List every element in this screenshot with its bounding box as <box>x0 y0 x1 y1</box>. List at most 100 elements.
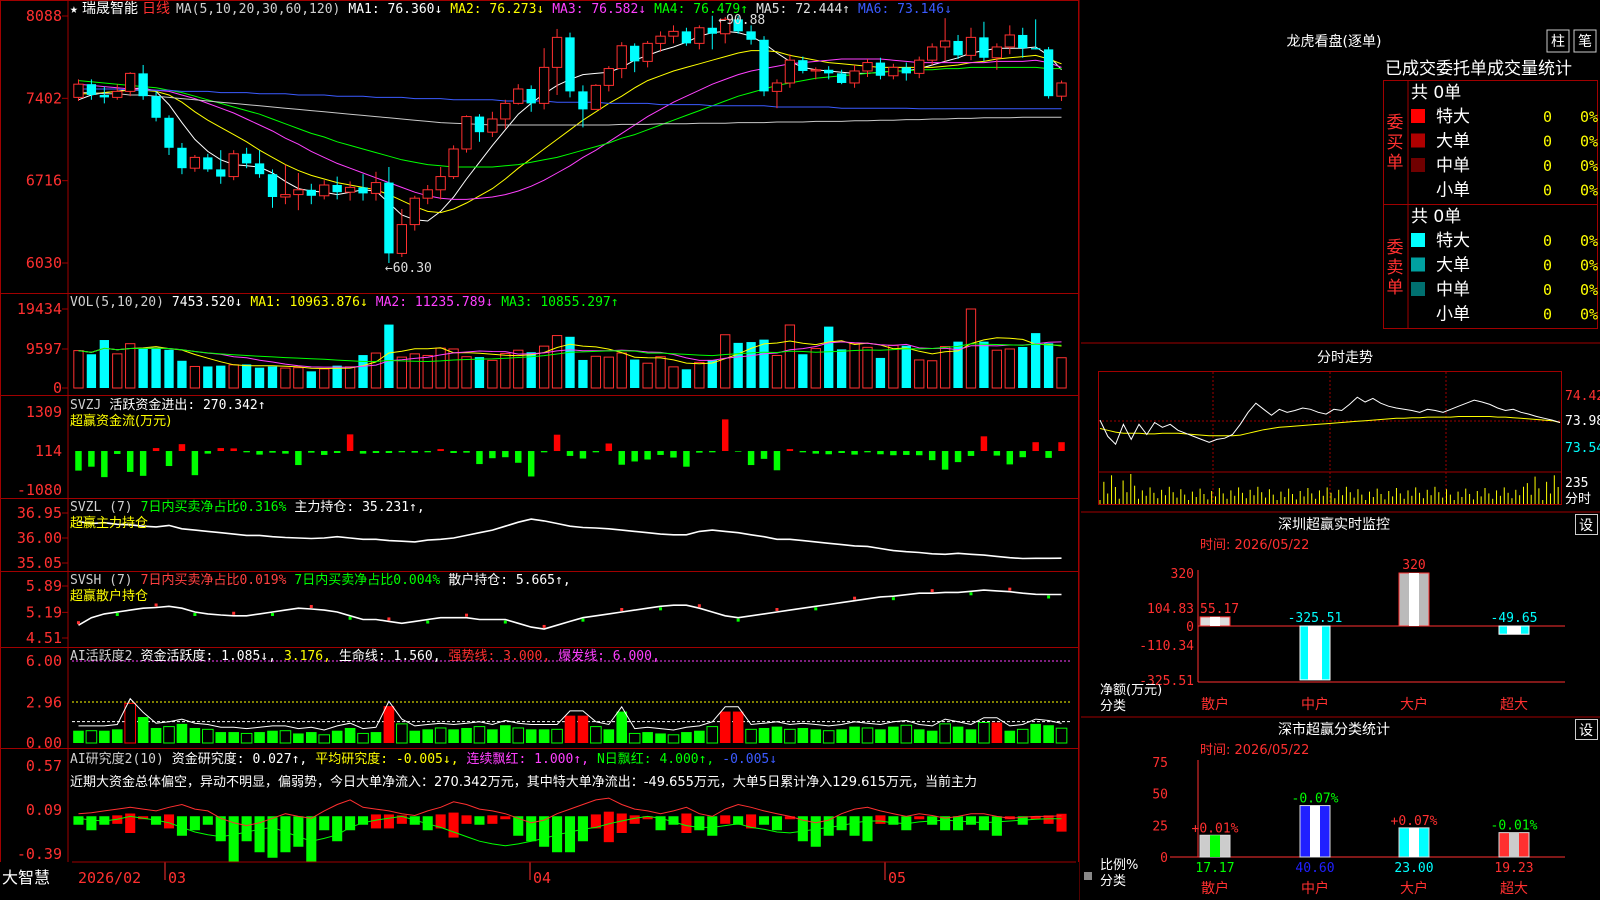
svzj-axis-label: -1080 <box>17 481 62 499</box>
sz-monitor-value: -325.51 <box>1288 611 1343 626</box>
research-bar <box>758 816 770 825</box>
activity-bar <box>487 729 498 743</box>
volume-bar <box>1004 348 1015 389</box>
sell-side-label: 卖 <box>1387 258 1404 278</box>
volume-bar <box>448 348 459 389</box>
svsh-marker <box>891 597 895 601</box>
candle-body <box>849 70 860 84</box>
svzl-axis-label: 36.00 <box>17 529 62 547</box>
volume-bar <box>603 356 614 389</box>
ai-research-chart[interactable]: 0.57 0.09 -0.39 <box>17 757 1067 869</box>
candle-body <box>798 60 808 71</box>
price-axis-label: 6030 <box>26 254 62 272</box>
volume-bar <box>681 369 692 388</box>
ai1-legend-4: 强势线: 3.000, <box>449 648 551 664</box>
activity-bar <box>85 730 98 744</box>
activity-bar <box>137 717 149 743</box>
research-bar <box>849 816 860 836</box>
research-bar <box>953 816 964 831</box>
activity-bar <box>1016 728 1029 744</box>
svzj-subtitle: 超赢资金流(万元) <box>70 413 171 429</box>
candle-body <box>319 184 330 197</box>
activity-bar <box>551 728 563 744</box>
ai2-legend-5: -0.005↓ <box>722 752 777 767</box>
volume-bar <box>551 335 563 389</box>
activity-bar <box>732 711 744 743</box>
activity-bar <box>383 706 395 743</box>
activity-bar <box>1004 730 1016 743</box>
volume-bar <box>189 365 201 389</box>
buy_rows-pct: 0% <box>1580 182 1598 200</box>
volume-bar <box>125 343 136 389</box>
activity-bar <box>305 732 317 743</box>
sell_rows-qty: 0 <box>1543 281 1552 299</box>
panel-border-0 <box>0 0 1079 294</box>
volume-bar <box>1043 343 1054 388</box>
ai1-legend-3: 生命线: 1.560, <box>339 648 441 664</box>
ai1-legend-5: 爆发线: 6.000, <box>558 648 660 664</box>
volume-bar <box>901 345 911 388</box>
volume-bar <box>862 346 873 389</box>
svsh-marker <box>387 617 391 621</box>
candle-body <box>396 224 408 254</box>
svzj-chart[interactable]: 1309 114 -1080 <box>17 403 1065 499</box>
svsh-marker <box>232 611 236 615</box>
volume-bar <box>526 352 536 388</box>
volume-bar <box>384 324 394 388</box>
candle-body <box>203 157 213 170</box>
activity-bar <box>1043 725 1054 743</box>
candle-body <box>293 189 304 196</box>
activity-bar <box>279 730 292 744</box>
dragon-tab-0[interactable]: 已成交 <box>1385 59 1436 79</box>
research-bar <box>86 816 97 831</box>
volume-bar <box>422 354 433 389</box>
volume-bar <box>370 352 382 389</box>
research-bar <box>862 816 873 842</box>
dragon-tab-1[interactable]: 委托单 <box>1436 59 1487 79</box>
candle-body <box>810 69 821 72</box>
vol-legend-1: 7453.520↓ <box>172 295 242 310</box>
dragon-tab-2[interactable]: 成交量统计 <box>1487 59 1572 79</box>
activity-bar <box>822 730 835 744</box>
candle-body <box>228 153 239 178</box>
activity-bar <box>616 711 628 743</box>
activity-bar <box>849 726 860 743</box>
research-bar <box>823 816 834 836</box>
activity-bar <box>861 727 874 744</box>
svzj-axis-label: 114 <box>35 442 62 460</box>
sz-monitor-axis: -110.34 <box>1139 639 1194 654</box>
sz-monitor-settings-label: 设 <box>1579 518 1593 534</box>
candle-body <box>824 69 834 74</box>
activity-bar <box>189 727 201 743</box>
intraday-title: 分时走势 <box>1317 350 1373 366</box>
volume-bar <box>306 371 316 388</box>
dragon-title: 龙虎看盘(逐单) <box>1287 33 1382 50</box>
svsh-marker <box>270 613 274 616</box>
svsh-marker <box>154 603 158 607</box>
svsh-marker <box>620 608 624 611</box>
kline-chart[interactable]: 8088740267166030←90.88←60.30 <box>26 7 1067 276</box>
volume-chart[interactable]: 19434 9597 0 <box>17 300 1067 397</box>
activity-bar <box>267 730 278 743</box>
volume-bar <box>138 347 148 388</box>
ai-summary-text: 近期大资金总体偏空，异动不明显，偏弱势，今日大单净流入：270.342万元，其中… <box>70 774 977 790</box>
ai-activity-chart[interactable]: 6.00 2.96 0.00 <box>26 652 1070 752</box>
candle-body <box>189 156 201 169</box>
activity-bar <box>667 734 680 744</box>
candle-body <box>344 186 356 193</box>
research-bar <box>836 816 847 831</box>
volume-bar <box>784 324 796 389</box>
candle-body <box>694 27 705 44</box>
research-bar <box>526 816 537 842</box>
sell_rows-label: 大单 <box>1436 256 1470 276</box>
ai2-legend-2: 平均研究度: -0.005↓, <box>315 751 458 767</box>
sz-monitor-value: 320 <box>1402 558 1425 573</box>
candle-body <box>681 31 692 44</box>
activity-bar <box>603 729 615 743</box>
sz-class-change: -0.07% <box>1292 792 1339 807</box>
sell_rows-label: 小单 <box>1436 305 1470 325</box>
sell_rows-swatch <box>1411 282 1425 296</box>
candle-body <box>1043 49 1054 97</box>
buy-side-label: 委 <box>1387 113 1404 133</box>
sz-monitor-category: 中户 <box>1301 696 1329 713</box>
